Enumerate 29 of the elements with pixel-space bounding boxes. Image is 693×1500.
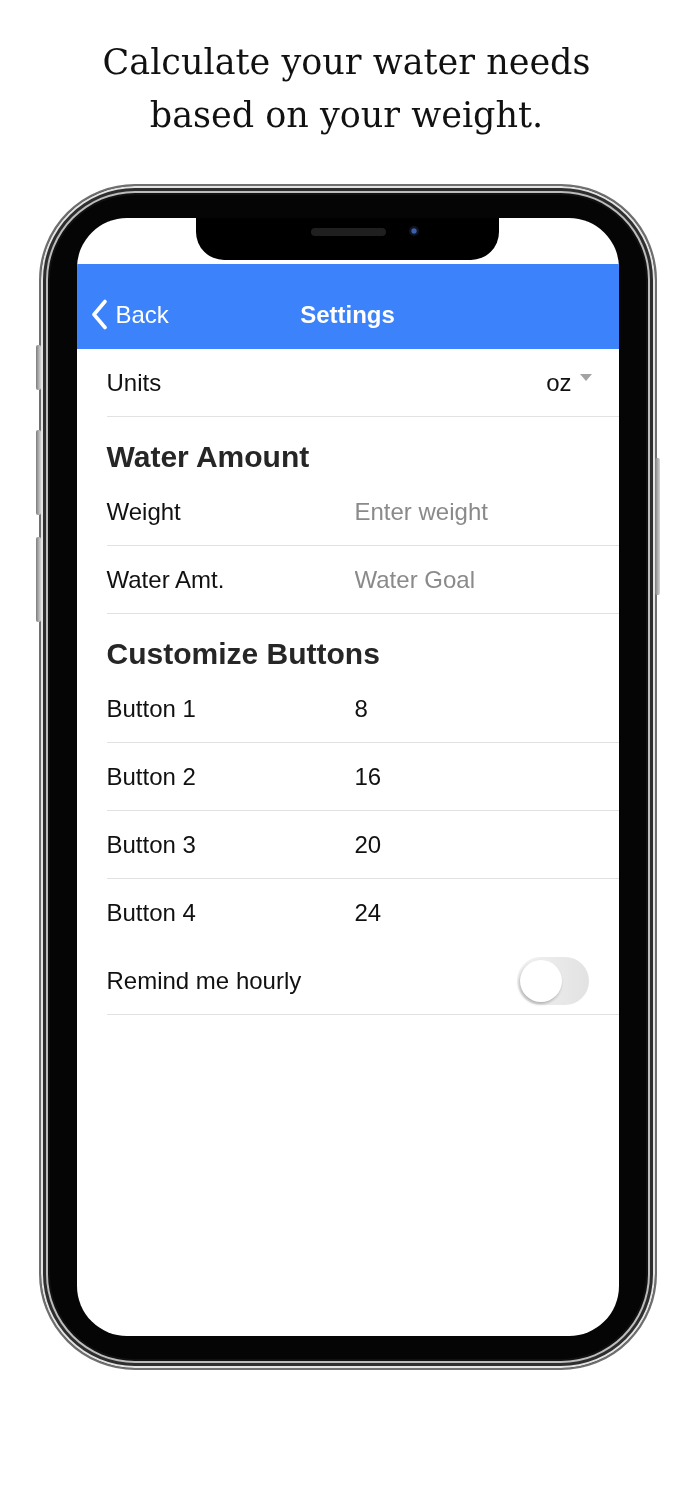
toggle-switch[interactable] — [516, 956, 589, 1005]
units-dropdown[interactable]: oz — [546, 368, 592, 397]
row-label: Button 2 — [106, 762, 197, 791]
input-field[interactable]: 16 — [354, 761, 589, 792]
nav-title: Settings — [300, 301, 395, 329]
section-heading: Water Amount — [106, 439, 311, 475]
row-label: Button 4 — [106, 898, 197, 927]
side-key-icon — [35, 537, 41, 622]
row-label: Units — [106, 368, 163, 397]
speaker-slot-icon — [310, 228, 386, 236]
input-field[interactable]: 20 — [354, 829, 589, 860]
section-heading: Customize Buttons — [106, 636, 381, 672]
row-label: Button 1 — [106, 694, 197, 723]
caption-text: Calculate your water needs based on your weight. — [101, 41, 592, 137]
side-key-icon — [35, 430, 41, 515]
side-key-icon — [654, 458, 660, 595]
input-field[interactable]: Water Goal — [354, 564, 589, 595]
back-button[interactable]: Back — [90, 299, 169, 330]
row-label: Weight — [106, 497, 182, 526]
input-field[interactable]: Enter weight — [354, 496, 589, 527]
row-label: Button 3 — [106, 830, 197, 859]
chevron-left-icon — [90, 299, 108, 330]
caret-down-icon — [579, 374, 592, 381]
camera-icon — [408, 226, 419, 236]
input-field[interactable]: 8 — [354, 693, 589, 724]
row-label: Remind me hourly — [106, 966, 303, 995]
input-field[interactable]: 24 — [354, 897, 589, 928]
row-label: Water Amt. — [106, 565, 226, 594]
side-key-icon — [35, 345, 41, 390]
